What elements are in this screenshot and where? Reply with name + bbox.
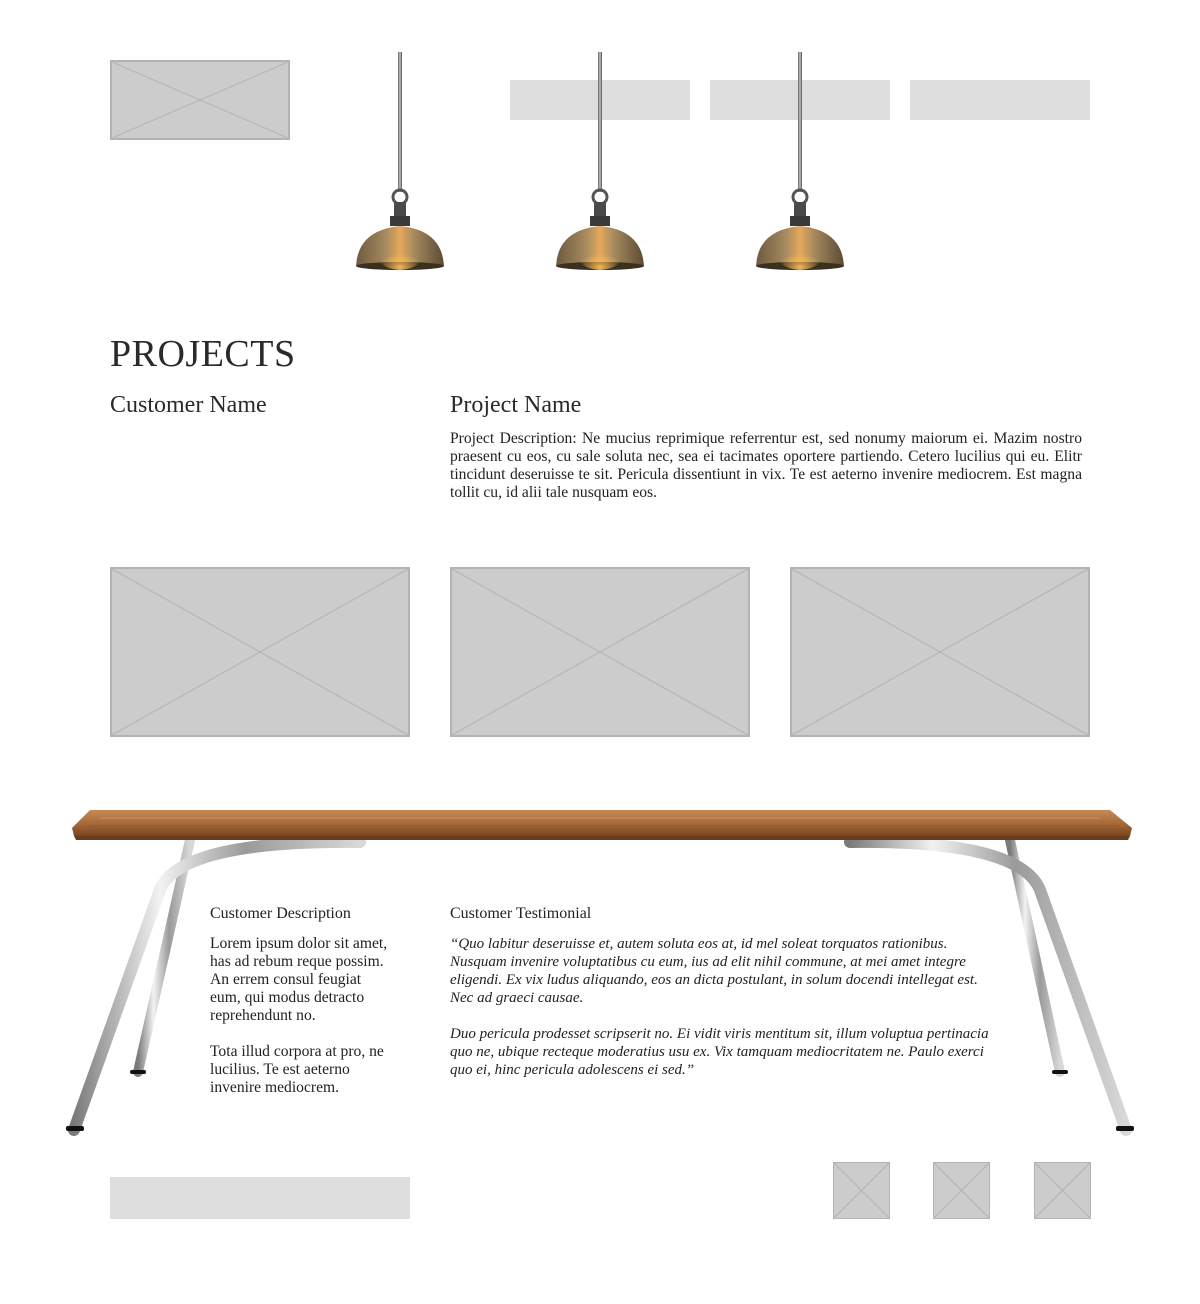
customer-testimonial: “Quo labitur deseruisse et, autem soluta…: [450, 935, 995, 1097]
image-placeholder-icon: [792, 569, 1088, 735]
customer-testimonial-paragraph: “Quo labitur deseruisse et, autem soluta…: [450, 936, 978, 1006]
customer-description-paragraph: Tota illud corpora at pro, ne lucilius. …: [210, 1043, 384, 1096]
customer-description-title: Customer Description: [210, 905, 351, 922]
pendant-lamp-image: [750, 52, 850, 274]
customer-testimonial-title: Customer Testimonial: [450, 905, 592, 922]
project-image-placeholder[interactable]: [790, 567, 1090, 737]
customer-description-paragraph: Lorem ipsum dolor sit amet, has ad rebum…: [210, 935, 388, 1024]
image-placeholder-icon: [112, 62, 288, 138]
customer-testimonial-paragraph: Duo pericula prodesset scripserit no. Ei…: [450, 1026, 989, 1078]
project-image-placeholder[interactable]: [110, 567, 410, 737]
footer-bar[interactable]: [110, 1177, 410, 1219]
image-placeholder-icon: [452, 569, 748, 735]
image-placeholder-icon: [112, 569, 408, 735]
customer-description: Lorem ipsum dolor sit amet, has ad rebum…: [210, 935, 395, 1115]
project-name: Project Name: [450, 392, 582, 418]
social-icon-placeholder[interactable]: [1034, 1162, 1091, 1219]
image-placeholder-icon: [934, 1163, 989, 1218]
nav-item-3[interactable]: [910, 80, 1090, 120]
social-icon-placeholder[interactable]: [933, 1162, 990, 1219]
pendant-lamp-image: [550, 52, 650, 274]
image-placeholder-icon: [1035, 1163, 1090, 1218]
pendant-lamp-image: [350, 52, 450, 274]
logo-image-placeholder[interactable]: [110, 60, 290, 140]
customer-name: Customer Name: [110, 392, 267, 418]
social-icon-placeholder[interactable]: [833, 1162, 890, 1219]
page-title: PROJECTS: [110, 333, 296, 375]
project-image-placeholder[interactable]: [450, 567, 750, 737]
image-placeholder-icon: [834, 1163, 889, 1218]
project-description: Project Description: Ne mucius reprimiqu…: [450, 430, 1082, 501]
